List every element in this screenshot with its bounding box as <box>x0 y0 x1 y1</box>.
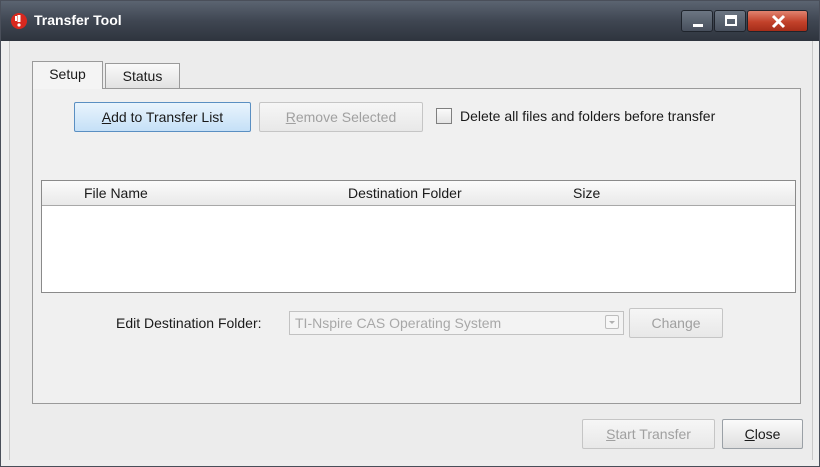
minimize-icon <box>693 24 703 27</box>
transfer-tool-window: Transfer Tool Setup Status Add to Transf… <box>0 0 820 467</box>
remove-selected-button[interactable]: Remove Selected <box>259 102 423 132</box>
table-header: File Name Destination Folder Size <box>42 181 795 206</box>
transfer-list-table[interactable]: File Name Destination Folder Size <box>41 180 796 293</box>
ti-nspire-logo-icon <box>11 13 27 29</box>
column-header-destination-folder[interactable]: Destination Folder <box>348 185 462 201</box>
tab-status[interactable]: Status <box>105 63 180 89</box>
add-to-transfer-list-button[interactable]: Add to Transfer List <box>74 102 251 132</box>
table-body[interactable] <box>42 206 795 292</box>
maximize-icon <box>725 15 737 26</box>
window-title: Transfer Tool <box>34 12 122 28</box>
title-bar[interactable]: Transfer Tool <box>1 1 819 41</box>
column-header-file-name[interactable]: File Name <box>84 185 148 201</box>
maximize-button[interactable] <box>714 10 746 32</box>
minimize-button[interactable] <box>681 10 713 32</box>
close-window-button[interactable] <box>747 10 808 32</box>
change-button[interactable]: Change <box>629 308 723 338</box>
tab-setup[interactable]: Setup <box>32 61 103 89</box>
close-button[interactable]: Close <box>722 419 803 449</box>
destination-folder-value: TI-Nspire CAS Operating System <box>295 315 502 331</box>
edit-destination-folder-label: Edit Destination Folder: <box>116 315 262 331</box>
destination-folder-select[interactable]: TI-Nspire CAS Operating System <box>289 311 624 335</box>
start-transfer-button[interactable]: Start Transfer <box>582 419 715 449</box>
chevron-down-icon <box>605 315 619 329</box>
column-header-size[interactable]: Size <box>573 185 600 201</box>
delete-all-checkbox-label[interactable]: Delete all files and folders before tran… <box>460 108 715 124</box>
delete-all-checkbox[interactable] <box>436 108 452 124</box>
close-icon <box>771 14 786 29</box>
